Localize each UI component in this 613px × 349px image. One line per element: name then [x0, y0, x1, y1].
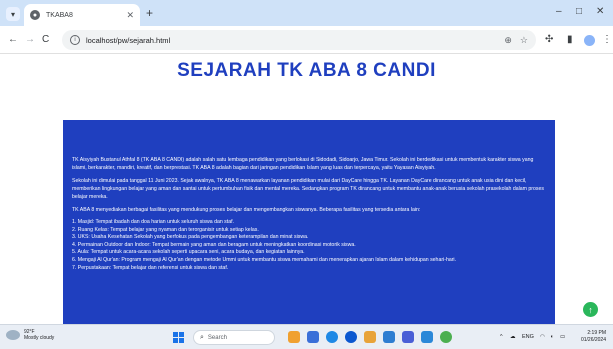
app-icon[interactable]: [440, 331, 452, 343]
taskbar-search[interactable]: ⌕ Search: [193, 330, 275, 345]
paragraph-history: Sekolah ini dimulai pada tanggal 11 Juni…: [72, 178, 544, 200]
bookmark-star-icon[interactable]: ☆: [520, 35, 528, 46]
reload-button[interactable]: C: [42, 34, 49, 45]
address-bar[interactable]: i localhost/pw/sejarah.html ⊕ ☆: [62, 30, 536, 50]
start-button[interactable]: [173, 332, 184, 343]
url-text[interactable]: localhost/pw/sejarah.html: [86, 36, 496, 45]
window-minimize-button[interactable]: –: [556, 6, 562, 17]
new-tab-button[interactable]: +: [146, 6, 153, 20]
search-placeholder: Search: [207, 334, 227, 341]
language-indicator[interactable]: ENG: [522, 334, 534, 340]
forward-button[interactable]: →: [25, 34, 35, 45]
weather-widget[interactable]: 92°F Mostly cloudy: [6, 329, 54, 341]
volume-icon[interactable]: ◖: [550, 334, 553, 340]
tab-search-icon[interactable]: ▾: [6, 7, 20, 21]
teams-icon[interactable]: [402, 331, 414, 343]
facility-item: 6. Mengaji Al Qur'an: Program mengaji Al…: [72, 256, 457, 263]
edge-icon[interactable]: [345, 331, 357, 343]
wifi-icon[interactable]: ◠: [540, 334, 545, 340]
facility-item: 5. Aula: Tempat untuk acara-acara sekola…: [72, 249, 305, 256]
scroll-top-button[interactable]: ↑: [583, 302, 598, 317]
site-info-icon[interactable]: i: [70, 35, 80, 45]
page-title: SEJARAH TK ABA 8 CANDI: [177, 60, 436, 81]
facility-item: 7. Perpustakaan: Tempat belajar dan refe…: [72, 264, 229, 271]
chrome-icon[interactable]: [326, 331, 338, 343]
taskbar: 92°F Mostly cloudy ⌕ Search ^ ☁ ENG ◠ ◖ …: [0, 324, 613, 349]
extensions-icon[interactable]: ✣: [545, 34, 553, 45]
tray-chevron-icon[interactable]: ^: [500, 334, 503, 340]
weather-desc: Mostly cloudy: [24, 335, 55, 341]
battery-icon[interactable]: ▭: [560, 334, 565, 340]
window-close-button[interactable]: ✕: [596, 6, 604, 17]
back-button[interactable]: ←: [8, 34, 18, 45]
cloud-tray-icon[interactable]: ☁: [510, 334, 516, 340]
profile-avatar[interactable]: [584, 35, 595, 46]
search-icon: ⌕: [200, 333, 204, 341]
facility-list: 1. Masjid: Tempat ibadah dan doa harian …: [72, 219, 546, 272]
window-maximize-button[interactable]: □: [576, 6, 582, 17]
tab-close-icon[interactable]: ✕: [126, 10, 134, 21]
widgets-app-icon[interactable]: [288, 331, 300, 343]
menu-kebab-icon[interactable]: ⋮: [602, 34, 612, 45]
page-viewport: SEJARAH TK ABA 8 CANDI TK Aisyiyah Busta…: [0, 54, 613, 324]
tab-title: TKABA8: [46, 11, 73, 19]
history-content-box: TK Aisyiyah Bustanul Athfal 8 (TK ABA 8 …: [63, 120, 555, 324]
browser-toolbar: ← → C i localhost/pw/sejarah.html ⊕ ☆ ✣ …: [0, 26, 613, 54]
store-icon[interactable]: [421, 331, 433, 343]
clock-date: 01/26/2024: [580, 337, 606, 343]
paragraph-facilities-intro: TK ABA 8 menyediakan berbagai fasilitas …: [72, 207, 421, 213]
facility-item: 2. Ruang Kelas: Tempat belajar yang nyam…: [72, 226, 259, 233]
system-clock[interactable]: 2:19 PM 01/26/2024: [576, 330, 606, 344]
vscode-icon[interactable]: [383, 331, 395, 343]
tab-strip: ▾ ● TKABA8 ✕ + – □ ✕: [0, 0, 613, 26]
side-panel-icon[interactable]: ▮: [567, 34, 573, 45]
tab-active[interactable]: ● TKABA8 ✕: [24, 4, 140, 26]
facility-item: 1. Masjid: Tempat ibadah dan doa harian …: [72, 219, 234, 225]
clock-time: 2:19 PM: [587, 330, 606, 336]
cloud-icon: [6, 330, 20, 340]
favicon-icon: ●: [30, 10, 40, 20]
folder-icon[interactable]: [364, 331, 376, 343]
paragraph-intro: TK Aisyiyah Bustanul Athfal 8 (TK ABA 8 …: [72, 157, 534, 171]
facility-item: 4. Permainan Outdoor dan Indoor: Tempat …: [72, 241, 356, 248]
file-explorer-icon[interactable]: [307, 331, 319, 343]
facility-item: 3. UKS: Usaha Kesehatan Sekolah yang ber…: [72, 234, 309, 241]
zoom-icon[interactable]: ⊕: [504, 35, 512, 46]
